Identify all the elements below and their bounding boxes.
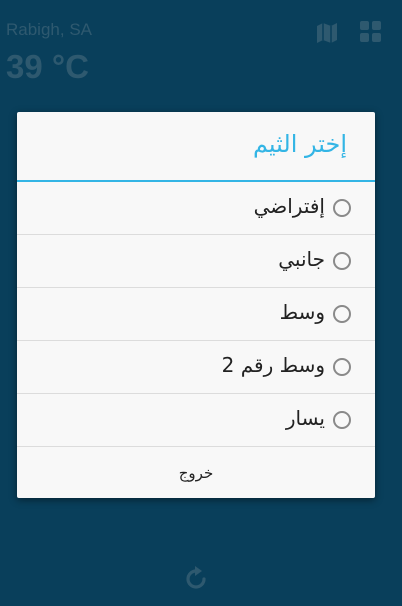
radio-button[interactable] [333, 411, 351, 429]
theme-option-label: وسط [279, 300, 325, 324]
theme-option-label: يسار [285, 406, 325, 430]
radio-button[interactable] [333, 305, 351, 323]
exit-button[interactable]: خروج [17, 448, 375, 498]
radio-button[interactable] [333, 199, 351, 217]
theme-option-left[interactable]: يسار [17, 394, 375, 447]
theme-dialog: إختر الثيم إفتراضي جانبي وسط وسط رقم 2 ي… [17, 112, 375, 498]
theme-option-default[interactable]: إفتراضي [17, 182, 375, 235]
theme-option-side[interactable]: جانبي [17, 235, 375, 288]
theme-option-label: جانبي [278, 247, 325, 271]
theme-option-label: وسط رقم 2 [221, 353, 325, 377]
theme-option-label: إفتراضي [253, 194, 325, 218]
theme-option-center[interactable]: وسط [17, 288, 375, 341]
dialog-title: إختر الثيم [252, 130, 347, 158]
theme-option-center-2[interactable]: وسط رقم 2 [17, 341, 375, 394]
theme-options-list: إفتراضي جانبي وسط وسط رقم 2 يسار [17, 182, 375, 447]
radio-button[interactable] [333, 358, 351, 376]
radio-button[interactable] [333, 252, 351, 270]
